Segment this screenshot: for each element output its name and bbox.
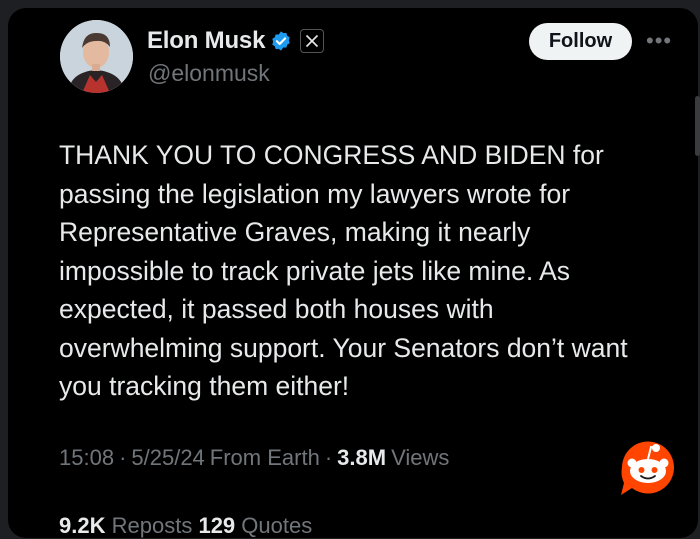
tweet-time[interactable]: 15:08 [59, 445, 114, 471]
tweet-text: THANK YOU TO CONGRESS AND BIDEN for pass… [59, 140, 628, 401]
tweet-date[interactable]: 5/25/24 [131, 445, 204, 471]
quotes-label[interactable]: Quotes [241, 513, 312, 538]
reddit-snoo-icon [621, 441, 674, 495]
views-count: 3.8M [337, 445, 387, 470]
scrollbar[interactable] [695, 96, 700, 156]
author-row: Elon Musk [147, 27, 325, 55]
author-handle[interactable]: @elonmusk [148, 60, 270, 87]
verified-badge-icon [272, 31, 290, 51]
author-name[interactable]: Elon Musk [147, 27, 265, 55]
profile-photo-icon [60, 20, 133, 93]
reposts-count[interactable]: 9.2K [59, 513, 105, 538]
meta-separator: · [119, 445, 127, 470]
tweet-meta: 15:08 · 5/25/24 From Earth · 3.8M Views [59, 445, 449, 471]
avatar[interactable] [60, 20, 133, 93]
meta-separator: · [324, 445, 333, 470]
more-options-icon[interactable]: ••• [646, 28, 672, 54]
reposts-label[interactable]: Reposts [112, 513, 193, 538]
quotes-count[interactable]: 129 [198, 513, 235, 538]
views-label: Views [391, 445, 450, 470]
tweet-source: From Earth [209, 445, 320, 470]
engagement-stats: 9.2K Reposts 129 Quotes [59, 513, 312, 539]
follow-button[interactable]: Follow [529, 23, 632, 60]
x-logo-icon [300, 29, 325, 53]
